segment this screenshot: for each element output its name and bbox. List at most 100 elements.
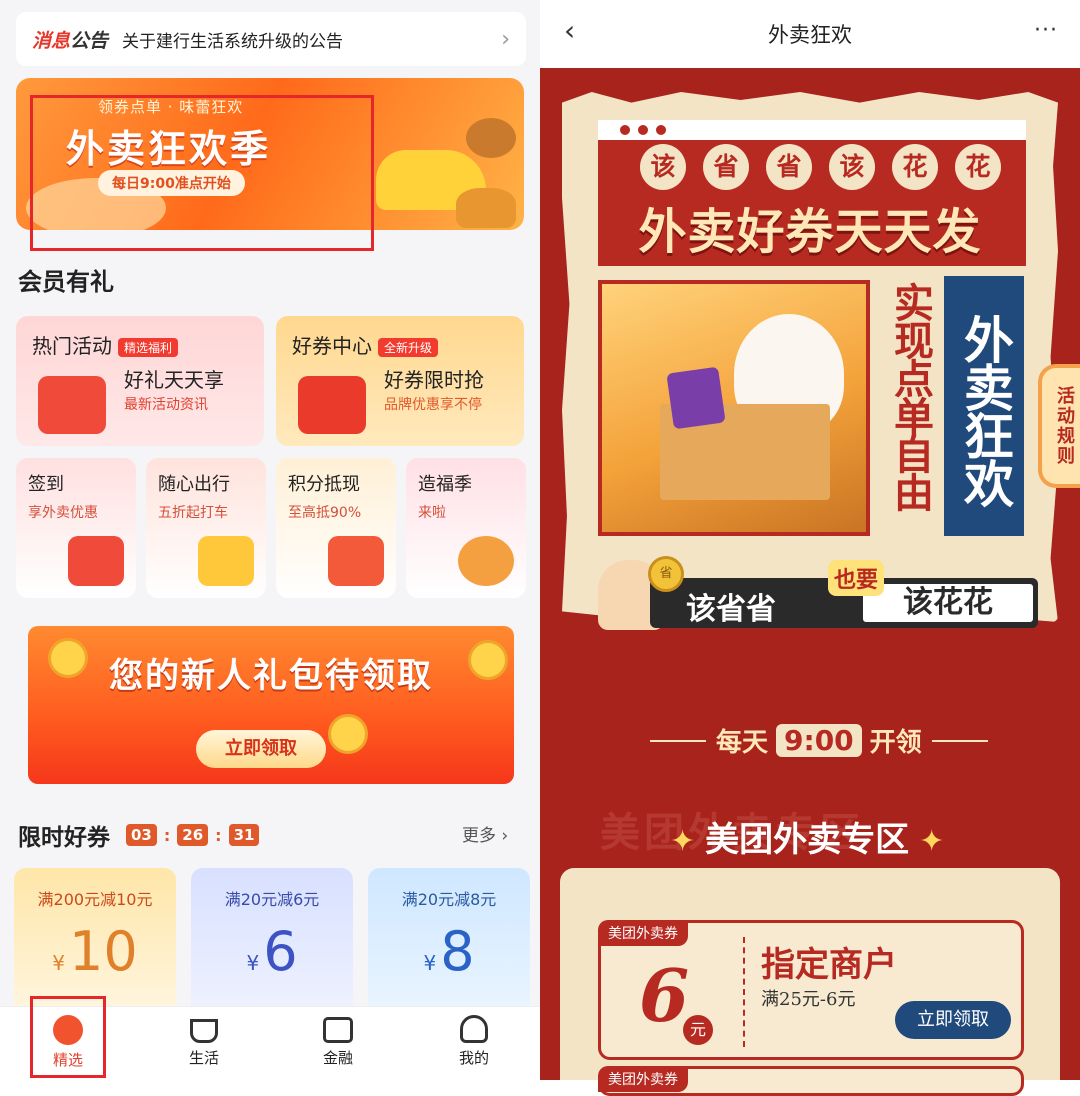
circle-char: 该: [829, 144, 875, 190]
tab-life[interactable]: 生活: [164, 1015, 244, 1068]
circle-char: 省: [766, 144, 812, 190]
currency-symbol: ¥: [246, 951, 260, 975]
nav-bar: ‹ 外卖狂欢 ···: [540, 0, 1080, 68]
currency-symbol: ¥: [423, 951, 437, 975]
circle-char: 该: [640, 144, 686, 190]
dashed-divider: [743, 937, 745, 1047]
coin-icon: 省: [648, 556, 684, 592]
page-title: 外卖狂欢: [768, 23, 852, 47]
card-headline: 好礼天天享: [124, 368, 224, 392]
tile-title: 签到: [28, 474, 64, 495]
tile-sub: 来啦: [418, 505, 446, 521]
tile-sub: 五折起打车: [158, 505, 228, 521]
tile-sub: 享外卖优惠: [28, 505, 98, 521]
unicorn-photo: [598, 280, 870, 536]
daily-time: 9:00: [776, 724, 862, 757]
zone-title-text: 美团外卖专区: [705, 820, 910, 860]
card-coupon-center[interactable]: 好券中心 全新升级 好券限时抢 品牌优惠享不停: [276, 316, 524, 446]
voucher-card[interactable]: 美团外卖券 6 元 指定商户 满25元-6元 立即领取: [598, 920, 1024, 1060]
highlight-box-tab: [30, 996, 106, 1078]
card-headline: 好券限时抢: [384, 368, 484, 392]
sparkle-icon: ✦: [670, 824, 696, 859]
window-dot: [656, 125, 666, 135]
window-dot: [620, 125, 630, 135]
rules-tab[interactable]: 活动规则: [1038, 364, 1080, 488]
coupon-card[interactable]: 满200元减10元 ¥10: [14, 868, 176, 1014]
voucher-condition: 满25元-6元: [761, 989, 856, 1010]
coupon-condition: 满20元减8元: [401, 890, 497, 909]
tab-label: 生活: [188, 1049, 219, 1067]
coupon-card[interactable]: 满20元减8元 ¥8: [368, 868, 530, 1014]
tile-sign-in[interactable]: 签到 享外卖优惠: [16, 458, 136, 598]
gift-box-icon: [38, 376, 106, 434]
vertical-slogan-blue: 外卖狂欢: [944, 276, 1024, 536]
divider-line: [931, 739, 988, 742]
more-dots-icon[interactable]: ···: [1034, 18, 1058, 43]
voucher-card-2[interactable]: 美团外卖券: [598, 1066, 1024, 1096]
taxi-icon: [198, 536, 254, 586]
claim-button[interactable]: 立即领取: [196, 730, 326, 768]
section-title-member: 会员有礼: [18, 268, 114, 296]
circle-char: 花: [892, 144, 938, 190]
daily-time-banner: 每天 9:00 开领: [640, 722, 998, 759]
coupon-value: 10: [69, 920, 138, 983]
tile-travel[interactable]: 随心出行 五折起打车: [146, 458, 266, 598]
window-dot: [638, 125, 648, 135]
highlight-box-hero: [30, 95, 374, 251]
currency-symbol: ¥: [52, 951, 65, 975]
voucher-label: 美团外卖券: [598, 920, 688, 946]
notice-tag: 消息公告: [32, 29, 109, 52]
slogan-also: 也要: [828, 560, 885, 596]
tile-title: 积分抵现: [288, 474, 360, 495]
fries-illustration: [456, 188, 516, 228]
notice-bar[interactable]: 消息公告 关于建行生活系统升级的公告 ›: [16, 12, 526, 66]
countdown-minutes: 26: [177, 824, 209, 846]
countdown-hours: 03: [126, 824, 157, 846]
card-badge: 精选福利: [118, 338, 179, 357]
section-title-limited: 限时好券: [18, 825, 110, 851]
daily-post: 开领: [869, 728, 922, 758]
vertical-slogan-red: 实现点单自由: [887, 282, 934, 510]
chevron-right-icon: ›: [501, 26, 510, 52]
more-link[interactable]: 更多 ›: [462, 821, 508, 846]
calendar-check-icon: [68, 536, 124, 586]
coupon-condition: 满20元减6元: [224, 890, 320, 909]
voucher-label: 美团外卖券: [598, 1066, 688, 1092]
burger-illustration: [466, 118, 516, 158]
card-sub: 品牌优惠享不停: [384, 397, 482, 413]
tile-points[interactable]: 积分抵现 至高抵90%: [276, 458, 396, 598]
dragon-icon: [458, 536, 514, 586]
tile-title: 随心出行: [158, 474, 230, 495]
sparkle-icon: ✦: [919, 824, 945, 859]
card-title: 热门活动: [32, 334, 112, 358]
coupon-card[interactable]: 满20元减6元 ¥6: [191, 868, 353, 1014]
red-envelope-icon: [328, 536, 384, 586]
newbie-title: 您的新人礼包待领取: [109, 656, 433, 696]
divider-line: [650, 739, 706, 742]
coupon-value: 8: [440, 920, 475, 983]
claim-voucher-button[interactable]: 立即领取: [895, 1001, 1011, 1039]
card-hot-activity[interactable]: 热门活动 精选福利 好礼天天享 最新活动资讯: [16, 316, 264, 446]
tab-finance[interactable]: 金融: [298, 1015, 378, 1068]
coffee-cup-icon: [190, 1019, 218, 1043]
zone-title: ✦ 美团外卖专区 ✦: [660, 812, 954, 861]
tab-me[interactable]: 我的: [434, 1015, 514, 1068]
slogan-banner: 该省省 该花花 也要: [650, 560, 1038, 628]
coupon-condition: 满200元减10元: [37, 890, 153, 909]
slogan-save: 该省省: [686, 592, 776, 627]
circle-char: 省: [703, 144, 749, 190]
tile-title: 造福季: [418, 474, 472, 495]
slogan-circles: 该 省 省 该 花 花: [640, 144, 1001, 190]
voucher-shop: 指定商户: [761, 945, 897, 985]
back-arrow-icon[interactable]: ‹: [564, 14, 575, 47]
daily-pre: 每天: [716, 728, 769, 758]
left-screen: 消息公告 关于建行生活系统升级的公告 › 领券点单 · 味蕾狂欢 外卖狂欢季 每…: [0, 0, 540, 1080]
poster-headline: 外卖好券天天发: [638, 204, 982, 260]
coin-decoration: [328, 714, 368, 754]
tile-sub: 至高抵90%: [288, 505, 362, 521]
tile-fortune[interactable]: 造福季 来啦: [406, 458, 526, 598]
limited-coupons-header: 限时好券 03: 26: 31: [18, 818, 260, 852]
newbie-gift-banner[interactable]: 您的新人礼包待领取 立即领取: [28, 626, 514, 784]
coupon-value: 6: [263, 920, 298, 983]
tab-label: 我的: [458, 1049, 489, 1067]
